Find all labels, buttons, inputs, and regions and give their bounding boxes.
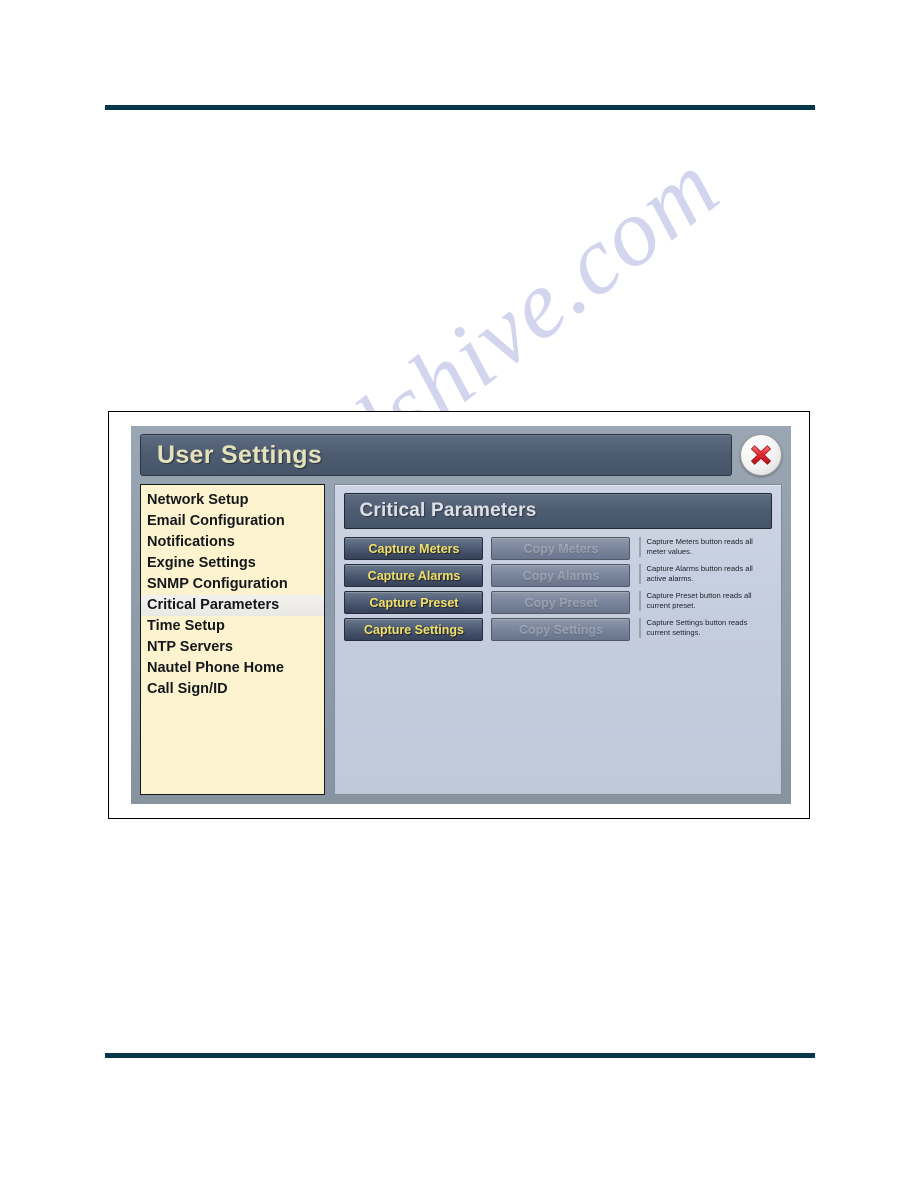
capture-meters-description: Capture Meters button reads all meter va… <box>639 537 772 557</box>
capture-row-preset: Capture Preset Copy Preset Capture Prese… <box>344 591 772 614</box>
settings-sidebar: Network Setup Email Configuration Notifi… <box>140 484 326 795</box>
capture-preset-description: Capture Preset button reads all current … <box>639 591 772 611</box>
content-panel: Critical Parameters Capture Meters Copy … <box>334 484 782 795</box>
page-header-rule <box>105 105 815 110</box>
sidebar-item-snmp-configuration[interactable]: SNMP Configuration <box>141 574 324 595</box>
panel-header: Critical Parameters <box>344 493 772 529</box>
capture-alarms-description: Capture Alarms button reads all active a… <box>639 564 772 584</box>
capture-settings-button[interactable]: Capture Settings <box>344 618 484 641</box>
sidebar-item-nautel-phone-home[interactable]: Nautel Phone Home <box>141 658 324 679</box>
capture-row-meters: Capture Meters Copy Meters Capture Meter… <box>344 537 772 560</box>
titlebar-row: User Settings <box>140 434 782 476</box>
sidebar-item-notifications[interactable]: Notifications <box>141 532 324 553</box>
sidebar-item-network-setup[interactable]: Network Setup <box>141 490 324 511</box>
close-x-icon <box>748 442 774 468</box>
figure-frame: User Settings Network Setup Email Config… <box>108 411 810 819</box>
user-settings-dialog: User Settings Network Setup Email Config… <box>131 426 791 804</box>
sidebar-item-exgine-settings[interactable]: Exgine Settings <box>141 553 324 574</box>
capture-row-alarms: Capture Alarms Copy Alarms Capture Alarm… <box>344 564 772 587</box>
capture-settings-description: Capture Settings button reads current se… <box>639 618 772 638</box>
dialog-body: Network Setup Email Configuration Notifi… <box>140 484 782 795</box>
copy-settings-button: Copy Settings <box>491 618 631 641</box>
sidebar-item-email-configuration[interactable]: Email Configuration <box>141 511 324 532</box>
copy-preset-button: Copy Preset <box>491 591 631 614</box>
copy-meters-button: Copy Meters <box>491 537 631 560</box>
sidebar-item-critical-parameters[interactable]: Critical Parameters <box>141 595 325 616</box>
close-button[interactable] <box>740 434 782 476</box>
dialog-title: User Settings <box>157 440 323 469</box>
sidebar-item-ntp-servers[interactable]: NTP Servers <box>141 637 324 658</box>
capture-alarms-button[interactable]: Capture Alarms <box>344 564 484 587</box>
capture-preset-button[interactable]: Capture Preset <box>344 591 484 614</box>
sidebar-item-time-setup[interactable]: Time Setup <box>141 616 324 637</box>
sidebar-item-call-sign-id[interactable]: Call Sign/ID <box>141 679 324 700</box>
capture-row-settings: Capture Settings Copy Settings Capture S… <box>344 618 772 641</box>
capture-meters-button[interactable]: Capture Meters <box>344 537 484 560</box>
copy-alarms-button: Copy Alarms <box>491 564 631 587</box>
page-footer-rule <box>105 1053 815 1058</box>
dialog-titlebar: User Settings <box>140 434 732 476</box>
capture-rows: Capture Meters Copy Meters Capture Meter… <box>344 537 772 641</box>
panel-title: Critical Parameters <box>359 500 537 521</box>
